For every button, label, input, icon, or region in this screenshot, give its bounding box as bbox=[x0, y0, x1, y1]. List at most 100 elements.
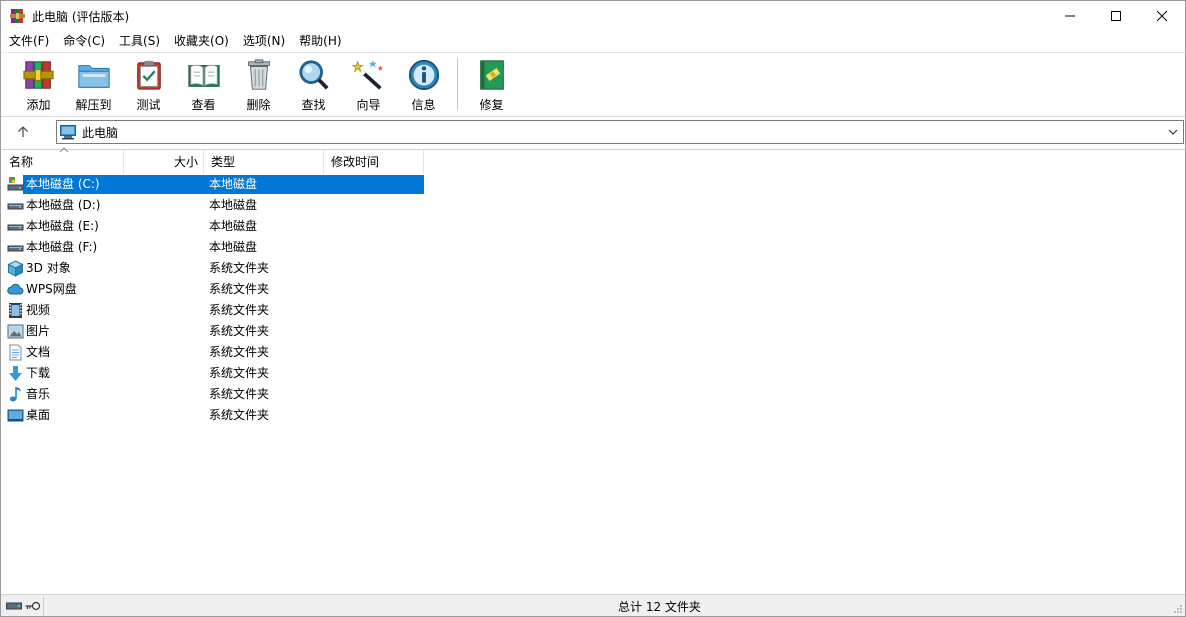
address-combobox[interactable]: 此电脑 bbox=[56, 120, 1184, 144]
file-list[interactable]: 名称 大小 类型 修改时间 本地磁盘 (C:) 本地磁盘 本地磁盘 (D:) 本… bbox=[2, 147, 1185, 594]
folder-extract-icon bbox=[77, 65, 110, 88]
find-button[interactable]: 查找 bbox=[286, 53, 341, 113]
list-item[interactable]: 图片 系统文件夹 bbox=[2, 321, 424, 342]
menu-commands[interactable]: 命令(C) bbox=[56, 31, 112, 51]
list-item[interactable]: 视频 系统文件夹 bbox=[2, 300, 424, 321]
drive-icon bbox=[7, 203, 24, 210]
row-name: 本地磁盘 (F:) bbox=[26, 240, 98, 254]
extract-to-button[interactable]: 解压到 bbox=[66, 53, 121, 113]
row-name: 3D 对象 bbox=[26, 261, 71, 275]
menu-tools[interactable]: 工具(S) bbox=[112, 31, 167, 51]
minimize-icon bbox=[1065, 15, 1075, 17]
desktop-icon bbox=[7, 409, 24, 422]
list-item[interactable]: 桌面 系统文件夹 bbox=[2, 405, 424, 426]
menu-help[interactable]: 帮助(H) bbox=[292, 31, 348, 51]
column-header-modified[interactable]: 修改时间 bbox=[324, 150, 424, 174]
test-button[interactable]: 测试 bbox=[121, 53, 176, 113]
3d-objects-icon bbox=[7, 260, 24, 277]
up-arrow-icon bbox=[18, 126, 28, 137]
status-bar: 总计 12 文件夹 bbox=[1, 594, 1185, 616]
list-item[interactable]: 3D 对象 系统文件夹 bbox=[2, 258, 424, 279]
toolbar-separator bbox=[457, 58, 458, 110]
add-label: 添加 bbox=[26, 98, 51, 112]
delete-button[interactable]: 删除 bbox=[231, 53, 286, 113]
resize-grip-icon[interactable] bbox=[1173, 604, 1183, 614]
archive-books-icon bbox=[22, 61, 54, 89]
wizard-label: 向导 bbox=[356, 98, 381, 112]
column-header-name[interactable]: 名称 bbox=[2, 147, 124, 174]
winrar-app-icon bbox=[10, 8, 26, 24]
close-button[interactable] bbox=[1139, 1, 1185, 31]
menu-favorites[interactable]: 收藏夹(O) bbox=[167, 31, 236, 51]
column-type-label: 类型 bbox=[211, 155, 236, 169]
row-type: 系统文件夹 bbox=[209, 303, 270, 317]
row-name: 图片 bbox=[26, 324, 51, 338]
column-headers: 名称 大小 类型 修改时间 bbox=[2, 147, 1185, 174]
row-type: 系统文件夹 bbox=[209, 324, 270, 338]
row-name: 下载 bbox=[26, 366, 51, 380]
list-item[interactable]: 本地磁盘 (F:) 本地磁盘 bbox=[2, 237, 424, 258]
column-header-size[interactable]: 大小 bbox=[124, 150, 204, 174]
chevron-down-icon[interactable] bbox=[1166, 125, 1180, 139]
row-type: 系统文件夹 bbox=[209, 282, 270, 296]
list-item[interactable]: 本地磁盘 (C:) 本地磁盘 bbox=[2, 174, 424, 195]
minimize-button[interactable] bbox=[1047, 1, 1093, 31]
view-button[interactable]: 查看 bbox=[176, 53, 231, 113]
row-type: 系统文件夹 bbox=[209, 345, 270, 359]
row-type: 本地磁盘 bbox=[209, 177, 258, 191]
delete-label: 删除 bbox=[246, 98, 271, 112]
view-label: 查看 bbox=[191, 98, 216, 112]
row-type: 系统文件夹 bbox=[209, 387, 270, 401]
open-book-icon bbox=[187, 64, 220, 87]
picture-icon bbox=[7, 324, 24, 339]
repair-button[interactable]: 修复 bbox=[464, 53, 519, 113]
close-icon bbox=[1156, 10, 1168, 22]
toolbar: 添加 解压到 测试 查看 删除 查找 向导 信息 修复 bbox=[1, 52, 1185, 114]
drive-status-icon[interactable] bbox=[6, 601, 22, 611]
video-icon bbox=[9, 303, 22, 318]
wizard-button[interactable]: 向导 bbox=[341, 53, 396, 113]
computer-icon bbox=[60, 124, 76, 140]
sort-ascending-icon bbox=[59, 147, 69, 153]
document-icon bbox=[9, 344, 22, 361]
up-button[interactable] bbox=[1, 118, 45, 146]
window-controls bbox=[1047, 1, 1185, 31]
address-path: 此电脑 bbox=[82, 125, 119, 140]
test-label: 测试 bbox=[136, 98, 161, 112]
trash-bin-icon bbox=[247, 59, 270, 90]
list-item[interactable]: 本地磁盘 (D:) 本地磁盘 bbox=[2, 195, 424, 216]
row-type: 系统文件夹 bbox=[209, 408, 270, 422]
row-name: 文档 bbox=[26, 345, 51, 359]
title-bar: 此电脑 (评估版本) bbox=[1, 1, 1185, 31]
row-name: 音乐 bbox=[26, 387, 51, 401]
list-item[interactable]: 下载 系统文件夹 bbox=[2, 363, 424, 384]
list-item[interactable]: 本地磁盘 (E:) 本地磁盘 bbox=[2, 216, 424, 237]
maximize-button[interactable] bbox=[1093, 1, 1139, 31]
drive-icon bbox=[7, 224, 24, 231]
magic-wand-icon bbox=[350, 59, 383, 90]
column-header-type[interactable]: 类型 bbox=[204, 150, 324, 174]
list-item[interactable]: 文档 系统文件夹 bbox=[2, 342, 424, 363]
address-bar-row: 此电脑 bbox=[1, 116, 1185, 147]
drive-icon bbox=[7, 245, 24, 252]
list-item[interactable]: 音乐 系统文件夹 bbox=[2, 384, 424, 405]
row-name: 本地磁盘 (C:) bbox=[26, 177, 100, 191]
winrar-window: 此电脑 (评估版本) 文件(F) 命令(C) 工具(S) 收藏夹(O) 选项(N… bbox=[0, 0, 1186, 617]
info-button[interactable]: 信息 bbox=[396, 53, 451, 113]
menu-options[interactable]: 选项(N) bbox=[236, 31, 292, 51]
maximize-icon bbox=[1111, 11, 1121, 21]
row-name: 桌面 bbox=[26, 408, 51, 422]
row-type: 系统文件夹 bbox=[209, 366, 270, 380]
row-type: 本地磁盘 bbox=[209, 198, 258, 212]
status-summary: 总计 12 文件夹 bbox=[618, 600, 701, 614]
row-type: 本地磁盘 bbox=[209, 219, 258, 233]
cloud-icon bbox=[7, 283, 24, 295]
list-item[interactable]: WPS网盘 系统文件夹 bbox=[2, 279, 424, 300]
key-icon[interactable] bbox=[25, 601, 41, 611]
repair-label: 修复 bbox=[479, 98, 504, 112]
add-button[interactable]: 添加 bbox=[11, 53, 66, 113]
menu-file[interactable]: 文件(F) bbox=[1, 31, 56, 51]
info-label: 信息 bbox=[411, 98, 436, 112]
row-type: 本地磁盘 bbox=[209, 240, 258, 254]
row-type: 系统文件夹 bbox=[209, 261, 270, 275]
